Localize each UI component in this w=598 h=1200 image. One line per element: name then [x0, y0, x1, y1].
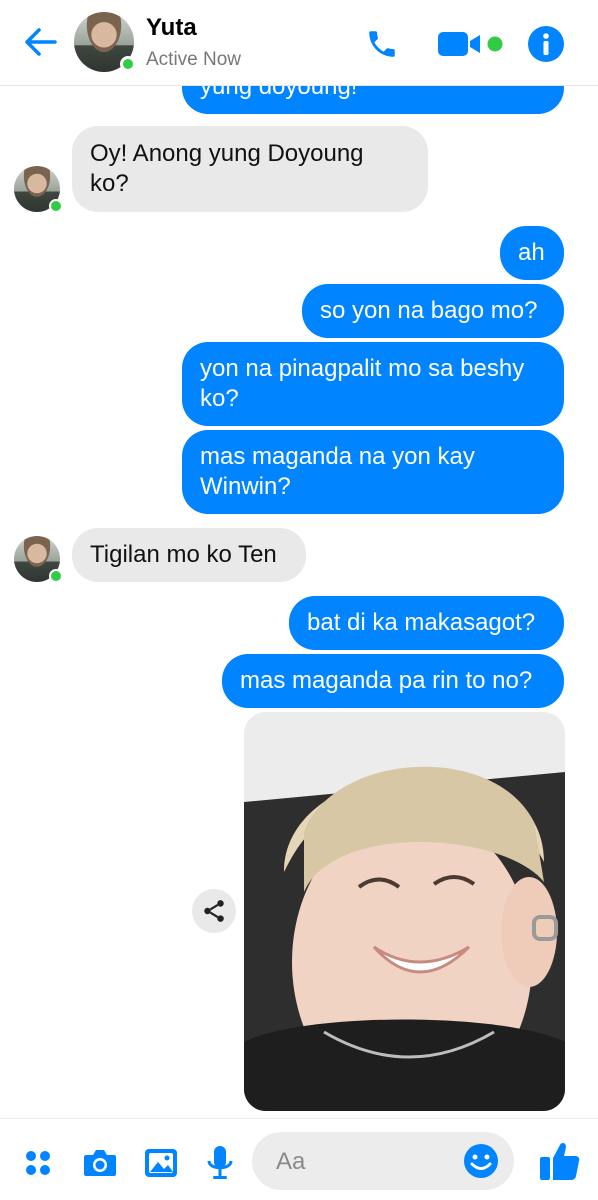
message-text-line: ko? [90, 170, 129, 197]
chat-header: Yuta Active Now [0, 0, 598, 86]
contact-name[interactable]: Yuta [146, 14, 197, 42]
message-bubble-outgoing[interactable]: ah [500, 226, 564, 280]
apps-icon[interactable] [20, 1145, 56, 1181]
message-bubble-outgoing[interactable]: so yon na bago mo? [302, 284, 564, 338]
emoji-icon[interactable] [462, 1142, 500, 1180]
phone-call-icon[interactable] [362, 24, 402, 64]
message-input-placeholder: Aa [276, 1148, 306, 1175]
microphone-icon[interactable] [202, 1145, 238, 1181]
sender-avatar[interactable] [14, 166, 63, 213]
video-call-icon[interactable] [436, 24, 508, 64]
message-text-line: ko? [200, 385, 239, 412]
camera-icon[interactable] [80, 1145, 120, 1181]
message-text: mas maganda pa rin to no? [240, 667, 533, 694]
info-icon[interactable] [526, 24, 566, 64]
message-bubble-outgoing[interactable]: mas maganda na yon kay Winwin? [182, 430, 564, 514]
message-input[interactable]: Aa [252, 1132, 514, 1190]
message-thread[interactable]: yung doyoung! Oy! Anong yung Doyoung ko?… [0, 86, 598, 1118]
online-indicator [49, 199, 63, 213]
message-text: yung doyoung! [200, 86, 358, 100]
shared-photo[interactable] [244, 712, 565, 1111]
message-text: ah [518, 239, 545, 266]
share-icon[interactable] [192, 889, 236, 933]
contact-status: Active Now [146, 49, 242, 70]
back-arrow-icon[interactable] [20, 24, 60, 60]
message-text: bat di ka makasagot? [307, 609, 536, 636]
message-bubble-incoming[interactable]: Tigilan mo ko Ten [72, 528, 306, 582]
message-text-line: yon na pinagpalit mo sa beshy [200, 355, 525, 382]
message-text-line: Winwin? [200, 473, 291, 500]
message-bubble-outgoing[interactable]: yung doyoung! [182, 86, 564, 114]
message-text: Tigilan mo ko Ten [90, 541, 277, 568]
contact-avatar[interactable] [74, 12, 136, 72]
message-text-line: mas maganda na yon kay [200, 443, 475, 470]
message-bubble-outgoing[interactable]: yon na pinagpalit mo sa beshy ko? [182, 342, 564, 426]
thumbs-up-icon[interactable] [536, 1137, 584, 1185]
online-indicator [120, 56, 136, 72]
message-text: so yon na bago mo? [320, 297, 538, 324]
message-bubble-outgoing[interactable]: bat di ka makasagot? [289, 596, 564, 650]
sender-avatar[interactable] [14, 536, 63, 583]
online-indicator [49, 569, 63, 583]
message-composer: Aa [0, 1118, 598, 1200]
message-bubble-outgoing[interactable]: mas maganda pa rin to no? [222, 654, 564, 708]
photo-content [244, 712, 565, 1111]
message-bubble-incoming[interactable]: Oy! Anong yung Doyoung ko? [72, 126, 428, 212]
gallery-icon[interactable] [142, 1145, 180, 1181]
message-text-line: Oy! Anong yung Doyoung [90, 140, 364, 167]
